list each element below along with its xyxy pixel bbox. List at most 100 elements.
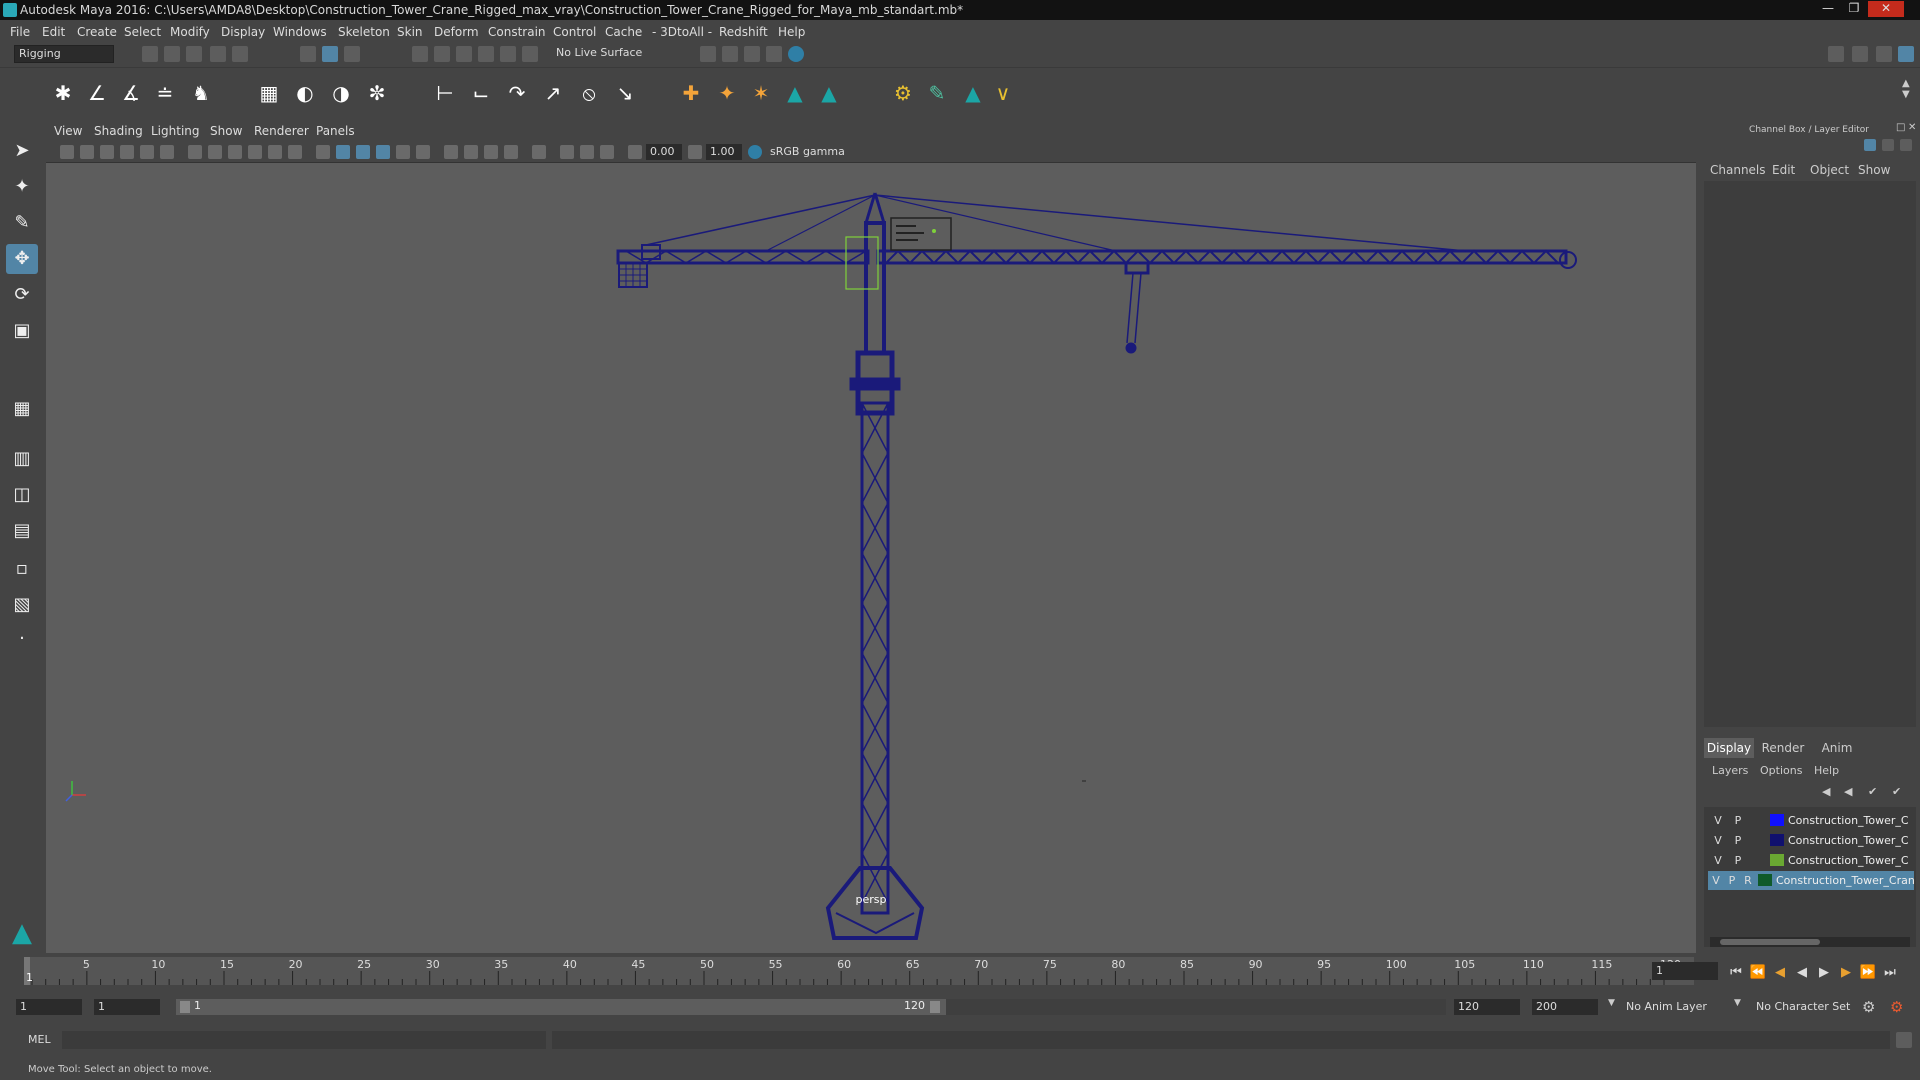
- attribute-editor-icon[interactable]: [1852, 46, 1868, 62]
- film-gate-icon[interactable]: [208, 145, 222, 159]
- skin-mirror-icon[interactable]: ⦸: [576, 80, 602, 106]
- crane-jib-tip[interactable]: [1559, 251, 1577, 269]
- viewport-menu-view[interactable]: View: [54, 121, 82, 141]
- character-set-dropdown[interactable]: No Character Set: [1756, 996, 1850, 1018]
- layer-playback-toggle[interactable]: P: [1730, 811, 1746, 830]
- crane-tower-head[interactable]: [864, 221, 886, 355]
- motion-blur-icon[interactable]: [464, 145, 478, 159]
- live-surface-field[interactable]: No Live Surface: [552, 45, 644, 63]
- tool-settings-icon[interactable]: [1900, 139, 1912, 151]
- camera-attributes-icon[interactable]: [80, 145, 94, 159]
- gamma-icon[interactable]: [688, 145, 702, 159]
- select-tool-icon[interactable]: ➤: [6, 136, 38, 166]
- viewport-menu-shading[interactable]: Shading: [94, 121, 143, 141]
- layer-color-swatch[interactable]: [1758, 874, 1772, 886]
- colorspace-dropdown[interactable]: sRGB gamma: [766, 144, 896, 160]
- crane-jib-pendant[interactable]: [874, 194, 1467, 252]
- menu-select[interactable]: Select: [124, 21, 161, 43]
- undo-icon[interactable]: [210, 46, 226, 62]
- viewport-scene[interactable]: [46, 163, 1696, 953]
- range-start-handle[interactable]: [180, 1001, 190, 1013]
- menu-3dtoall[interactable]: - 3DtoAll -: [652, 21, 712, 43]
- crane-wireframe[interactable]: [616, 192, 1577, 940]
- channels-object-menu[interactable]: Object: [1810, 163, 1849, 177]
- layer-row[interactable]: V P Construction_Tower_C: [1708, 811, 1914, 830]
- animation-preferences-icon[interactable]: ⚙: [1890, 998, 1903, 1016]
- auto-key-icon[interactable]: ⚙: [1862, 998, 1875, 1016]
- hik-icon[interactable]: ♞: [188, 80, 214, 106]
- bind-skin-icon[interactable]: ⊢: [432, 80, 458, 106]
- crane-hoist-cable[interactable]: [1126, 272, 1142, 344]
- lasso-tool-icon[interactable]: ✦: [6, 172, 38, 202]
- textured-icon[interactable]: [376, 145, 390, 159]
- layer-color-swatch[interactable]: [1770, 834, 1784, 846]
- four-view-layout-icon[interactable]: ▥: [6, 444, 38, 474]
- command-language-toggle[interactable]: MEL: [28, 1033, 51, 1046]
- isolate-select-icon[interactable]: [532, 145, 546, 159]
- playback-start-field[interactable]: 1: [94, 999, 160, 1015]
- image-plane-icon[interactable]: [120, 145, 134, 159]
- tab-display[interactable]: Display: [1704, 738, 1754, 758]
- resolution-gate-icon[interactable]: [228, 145, 242, 159]
- new-layer-selected-icon[interactable]: ✔: [1892, 785, 1901, 798]
- panel-close-icon[interactable]: ✕: [1908, 122, 1916, 133]
- outliner-layout-icon[interactable]: ▤: [6, 516, 38, 546]
- go-to-start-icon[interactable]: ⏮: [1726, 964, 1746, 982]
- mirror-joint-icon[interactable]: ≐: [152, 80, 178, 106]
- aim-constraint-icon[interactable]: ✶: [748, 80, 774, 106]
- menu-modify[interactable]: Modify: [170, 21, 210, 43]
- rotate-tool-icon[interactable]: ⟳: [6, 280, 38, 310]
- viewport-menu-show[interactable]: Show: [210, 121, 242, 141]
- options-menu[interactable]: Options: [1760, 764, 1802, 777]
- panel-float-icon[interactable]: □: [1896, 122, 1905, 133]
- ik-spline-icon[interactable]: ∡: [118, 80, 144, 106]
- character-set-dropdown-arrow-icon[interactable]: ▼: [1734, 998, 1741, 1008]
- playback-end-field[interactable]: 120: [1454, 999, 1520, 1015]
- menu-cache[interactable]: Cache: [605, 21, 642, 43]
- open-scene-icon[interactable]: [164, 46, 180, 62]
- layer-visibility-toggle[interactable]: V: [1710, 811, 1726, 830]
- menu-windows[interactable]: Windows: [273, 21, 327, 43]
- maximize-button[interactable]: ❐: [1842, 1, 1866, 17]
- channel-box-icon[interactable]: [1864, 139, 1876, 151]
- snap-curve-icon[interactable]: [434, 46, 450, 62]
- command-input[interactable]: [62, 1031, 546, 1049]
- range-slider[interactable]: 1 120: [176, 999, 946, 1015]
- menu-help[interactable]: Help: [778, 21, 805, 43]
- layer-row[interactable]: V P Construction_Tower_C: [1708, 851, 1914, 870]
- layer-move-up-icon[interactable]: ◀: [1822, 785, 1830, 798]
- skin-copy-icon[interactable]: ↗: [540, 80, 566, 106]
- hypershade-layout-icon[interactable]: ▧: [6, 590, 38, 620]
- render-settings-icon[interactable]: [766, 46, 782, 62]
- ik-handle-icon[interactable]: ∠: [84, 80, 110, 106]
- minimize-button[interactable]: —: [1816, 1, 1840, 17]
- smooth-bind-icon[interactable]: ⌙: [468, 80, 494, 106]
- color-management-icon[interactable]: [748, 145, 762, 159]
- set-driven-key-icon[interactable]: ⚙: [890, 80, 916, 106]
- layer-move-down-icon[interactable]: ◀: [1844, 785, 1852, 798]
- snap-point-icon[interactable]: [456, 46, 472, 62]
- layer-playback-toggle[interactable]: P: [1724, 871, 1740, 890]
- layer-visibility-toggle[interactable]: V: [1710, 831, 1726, 850]
- wireframe-on-shaded-icon[interactable]: [356, 145, 370, 159]
- paint-select-tool-icon[interactable]: ✎: [6, 208, 38, 238]
- point-constraint-icon[interactable]: ✦: [714, 80, 740, 106]
- shelf-scroll-icon[interactable]: ▲ ▼: [1902, 78, 1910, 100]
- render-frame-icon[interactable]: [722, 46, 738, 62]
- graph-layout-icon[interactable]: ▫: [6, 554, 38, 584]
- menu-create[interactable]: Create: [77, 21, 117, 43]
- attribute-editor-icon[interactable]: [1882, 139, 1894, 151]
- use-lights-icon[interactable]: [396, 145, 410, 159]
- menu-display[interactable]: Display: [221, 21, 265, 43]
- end-time-field[interactable]: 200: [1532, 999, 1598, 1015]
- blend-shape-icon[interactable]: ✎: [924, 80, 950, 106]
- range-end-handle[interactable]: [930, 1001, 940, 1013]
- ipr-render-icon[interactable]: [744, 46, 760, 62]
- joint-tool-icon[interactable]: ✱: [50, 80, 76, 106]
- layer-row[interactable]: V P Construction_Tower_C: [1708, 831, 1914, 850]
- layer-row[interactable]: V P R Construction_Tower_Crane: [1708, 871, 1914, 890]
- toolbox-more-icon[interactable]: ·: [6, 624, 38, 654]
- grid-icon[interactable]: [188, 145, 202, 159]
- viewport-panel[interactable]: View Shading Lighting Show Renderer Pane…: [46, 121, 1696, 953]
- single-perspective-layout-icon[interactable]: ▦: [6, 394, 38, 424]
